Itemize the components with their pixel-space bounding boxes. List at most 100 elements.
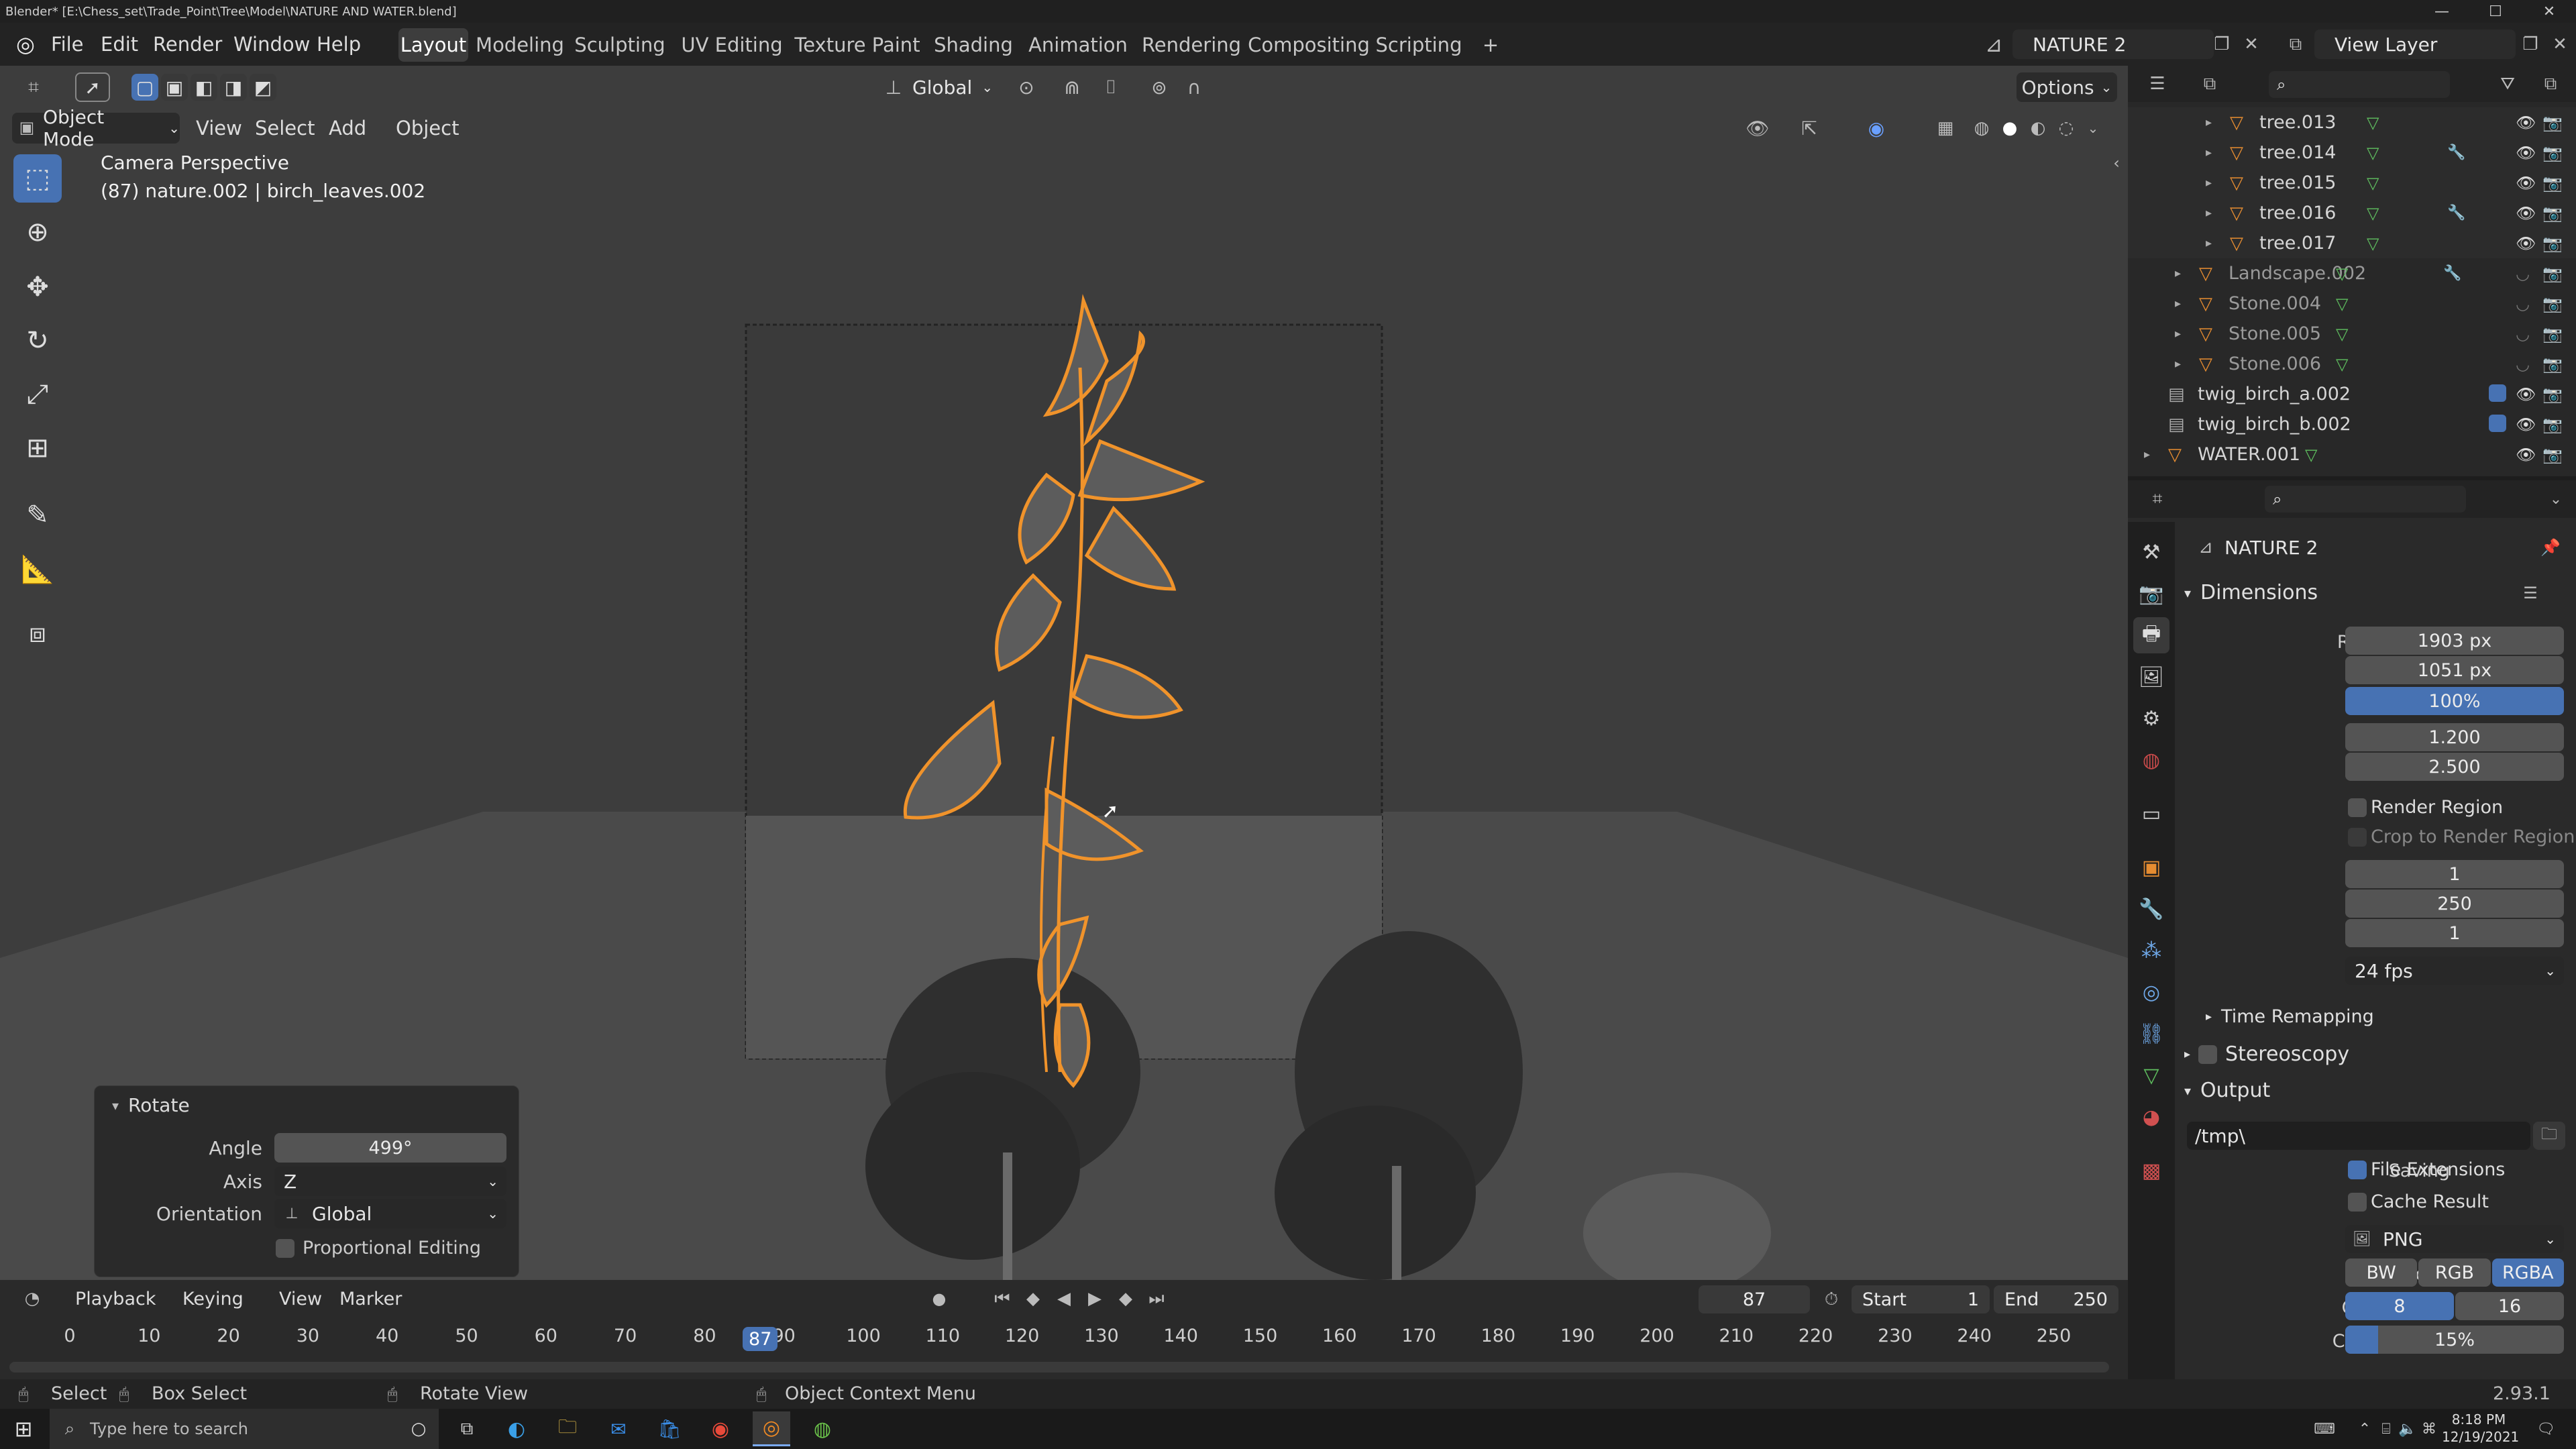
transform-tool-icon[interactable]: ⊞ — [13, 424, 62, 472]
editor-type-icon[interactable]: ⌗ — [12, 72, 55, 102]
delete-view-layer-icon[interactable]: ✕ — [2545, 30, 2575, 59]
tab-modeling[interactable]: Modeling — [476, 28, 564, 62]
eye-visibility-icon[interactable]: 👁 — [2516, 415, 2536, 434]
object-tab-icon[interactable]: ▣ — [2133, 849, 2169, 885]
snap-icon[interactable]: ⋒ — [1057, 72, 1087, 102]
eye-visibility-icon[interactable]: 👁 — [2516, 385, 2536, 404]
resolution-x-field[interactable]: 1903 px — [2345, 627, 2564, 655]
outliner-row[interactable]: ▸ ▽ tree.015 ▽ 👁 📷 — [2128, 168, 2576, 198]
crop-region-checkbox[interactable] — [2348, 828, 2367, 847]
outliner-row[interactable]: ▸ ▽ tree.013 ▽ 👁 📷 — [2128, 107, 2576, 138]
eye-visibility-icon[interactable]: 👁 — [2516, 144, 2536, 162]
expand-triangle-icon[interactable]: ▸ — [2206, 115, 2212, 129]
viewport-menu-add[interactable]: Add — [329, 109, 366, 148]
expand-triangle-icon[interactable]: ▸ — [2206, 236, 2212, 250]
scene-icon[interactable]: ⊿ — [1979, 30, 2008, 59]
blender-taskbar-icon[interactable]: ◎ — [753, 1411, 790, 1446]
tab-uv-editing[interactable]: UV Editing — [679, 28, 785, 62]
clock-time[interactable]: 8:18 PM — [2442, 1411, 2516, 1428]
select-tool-icon[interactable]: ➚ — [75, 72, 110, 102]
material-shading-icon[interactable]: ◐ — [2025, 113, 2051, 144]
display-mode-icon[interactable]: ⧉ — [2190, 70, 2230, 98]
file-extensions-checkbox[interactable] — [2348, 1161, 2367, 1179]
select-mode-extend-icon[interactable]: ▣ — [161, 74, 188, 101]
language-icon[interactable]: ⌘ — [2419, 1415, 2439, 1442]
visibility-icon[interactable]: 👁 — [1737, 113, 1778, 144]
add-cube-tool-icon[interactable]: ⧈ — [13, 609, 62, 657]
aspect-x-field[interactable]: 1.200 — [2345, 723, 2564, 751]
viewport-menu-view[interactable]: View — [196, 109, 242, 148]
scene-tab-icon[interactable]: ⚙ — [2133, 700, 2169, 737]
outliner-editor-icon[interactable]: ☰ — [2137, 70, 2178, 98]
menu-edit[interactable]: Edit — [101, 23, 138, 66]
collapse-triangle-icon[interactable]: ▾ — [105, 1095, 125, 1116]
overlays-icon[interactable]: ◉ — [1860, 113, 1893, 144]
select-mode-new-icon[interactable]: ▢ — [131, 74, 158, 101]
expand-triangle-icon[interactable]: ▸ — [2144, 447, 2150, 462]
camera-render-icon[interactable]: 📷 — [2542, 445, 2563, 464]
compression-slider[interactable]: 15% — [2345, 1326, 2564, 1354]
shading-options-icon[interactable]: ⌄ — [2080, 113, 2106, 144]
keyboard-icon[interactable]: ⌨ — [2308, 1415, 2341, 1442]
outliner-row[interactable]: ▸ ▽ Stone.004 ▽ ◡ 📷 — [2128, 288, 2576, 319]
view-layer-icon[interactable]: ⧉ — [2281, 30, 2310, 59]
move-tool-icon[interactable]: ✥ — [13, 263, 62, 311]
rotate-tool-icon[interactable]: ↻ — [13, 317, 62, 365]
snap-target-icon[interactable]: ⌷ — [1091, 72, 1131, 102]
dimensions-section[interactable]: ▾ Dimensions — [2184, 581, 2318, 604]
color-depth-16[interactable]: 16 — [2455, 1292, 2564, 1320]
outliner-row[interactable]: ▸ ▽ tree.014 ▽ 🔧 👁 📷 — [2128, 138, 2576, 168]
expand-triangle-icon[interactable]: ▸ — [2175, 327, 2181, 341]
rotate-operator-panel[interactable]: ▾ Rotate Angle 499° Axis Z ⌄ Orientation … — [94, 1085, 519, 1277]
outliner-row[interactable]: ▤ twig_birch_b.002 👁 📷 — [2128, 409, 2576, 439]
volume-icon[interactable]: 🔈 — [2398, 1415, 2418, 1442]
pivot-point-icon[interactable]: ⊙ — [1006, 72, 1046, 102]
output-section[interactable]: ▾ Output — [2184, 1079, 2270, 1102]
constraints-tab-icon[interactable]: ⛓ — [2133, 1016, 2169, 1052]
outliner-row[interactable]: ▸ ▽ Landscape.002 ▽ 🔧 ◡ 📷 — [2128, 258, 2576, 288]
render-tab-icon[interactable]: 📷 — [2133, 576, 2169, 612]
camera-render-icon[interactable]: 📷 — [2542, 113, 2563, 132]
eye-visibility-icon[interactable]: 👁 — [2516, 174, 2536, 193]
eye-visibility-icon[interactable]: ◡ — [2516, 264, 2530, 283]
properties-search-input[interactable]: ⌕ — [2265, 486, 2466, 513]
tab-rendering[interactable]: Rendering — [1140, 28, 1242, 62]
world-tab-icon[interactable]: ◍ — [2133, 742, 2169, 778]
properties-editor-icon[interactable]: ⌗ — [2137, 484, 2178, 514]
camera-render-icon[interactable]: 📷 — [2542, 294, 2563, 313]
tray-chevron-icon[interactable]: ⌃ — [2355, 1415, 2375, 1442]
select-mode-invert-icon[interactable]: ◨ — [220, 74, 247, 101]
particles-tab-icon[interactable]: ⁂ — [2133, 932, 2169, 969]
outliner-row[interactable]: ▸ ▽ WATER.001 ▽ 👁 📷 — [2128, 439, 2576, 470]
menu-help[interactable]: Help — [317, 23, 361, 66]
new-view-layer-icon[interactable]: ❐ — [2516, 30, 2545, 59]
new-collection-icon[interactable]: ⧉ — [2530, 70, 2571, 98]
camera-render-icon[interactable]: 📷 — [2542, 415, 2563, 434]
chrome-icon[interactable]: ◉ — [702, 1414, 739, 1444]
viewport-menu-object[interactable]: Object — [396, 109, 459, 148]
network-icon[interactable]: ⌸ — [2376, 1415, 2396, 1442]
clock-date[interactable]: 12/19/2021 — [2442, 1429, 2519, 1445]
color-mode-rgb[interactable]: RGB — [2418, 1258, 2491, 1287]
pin-icon[interactable]: 📌 — [2537, 534, 2564, 561]
texture-tab-icon[interactable]: ▩ — [2133, 1152, 2169, 1189]
eye-visibility-icon[interactable]: 👁 — [2516, 445, 2536, 464]
exclude-checkbox[interactable] — [2489, 415, 2506, 432]
output-tab-icon[interactable]: 🖶 — [2133, 617, 2169, 653]
annotate-tool-icon[interactable]: ✎ — [13, 491, 62, 539]
taskbar-search-input[interactable]: Type here to search — [50, 1409, 439, 1449]
resolution-percent-slider[interactable]: 100% — [2345, 687, 2564, 715]
camera-render-icon[interactable]: 📷 — [2542, 174, 2563, 193]
eye-visibility-icon[interactable]: 👁 — [2516, 113, 2536, 132]
3d-viewport[interactable]: ⌗ ➚ ▢ ▣ ◧ ◨ ◩ Global ⌄ ⊥ ⊙ ⋒ ⌷ ⊚ ∩ Option… — [0, 66, 2128, 1280]
camera-render-icon[interactable]: 📷 — [2542, 204, 2563, 223]
select-mode-intersect-icon[interactable]: ◩ — [250, 74, 276, 101]
tab-shading[interactable]: Shading — [931, 28, 1016, 62]
cursor-tool-icon[interactable]: ⊕ — [13, 208, 62, 256]
menu-file[interactable]: File — [51, 23, 84, 66]
cache-result-checkbox[interactable] — [2348, 1193, 2367, 1212]
xray-icon[interactable]: ▦ — [1932, 113, 1959, 144]
eye-visibility-icon[interactable]: 👁 — [2516, 234, 2536, 253]
expand-triangle-icon[interactable]: ▸ — [2175, 297, 2181, 311]
maximize-icon[interactable]: ☐ — [2469, 0, 2522, 23]
